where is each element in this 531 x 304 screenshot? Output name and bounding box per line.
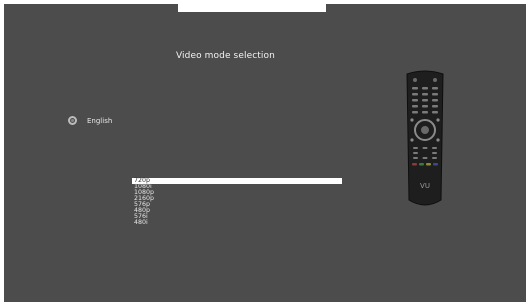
language-label: English [87, 116, 113, 125]
language-option[interactable]: English [68, 116, 112, 125]
remote-control-icon: VU [406, 70, 444, 206]
video-mode-option-480i[interactable]: 480i [132, 219, 342, 226]
video-mode-list: 720p 1080i 1080p 2160p 576p 480p 576i 48… [132, 177, 342, 226]
page-title: Video mode selection [176, 51, 275, 61]
radio-icon [68, 116, 77, 125]
remote-brand-mark: VU [420, 182, 430, 190]
screen-overlay-corner [178, 0, 326, 12]
setup-screen: Video mode selection English 720p 1080i … [4, 4, 526, 302]
